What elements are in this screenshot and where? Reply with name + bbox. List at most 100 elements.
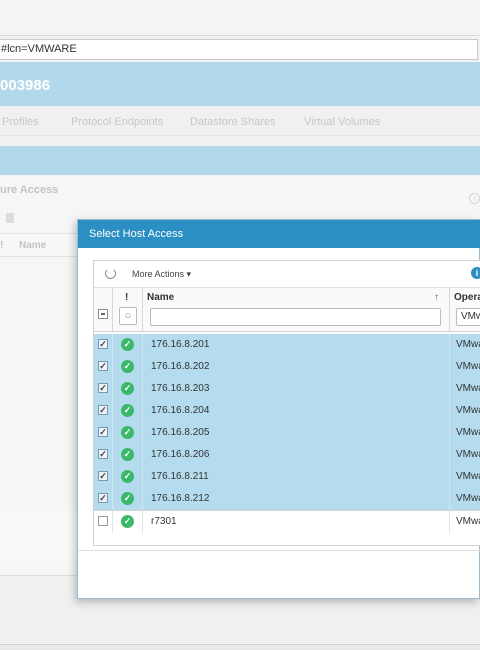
column-divider: [112, 334, 113, 356]
row-checkbox[interactable]: ✓: [98, 471, 108, 481]
column-divider: [142, 488, 143, 510]
table-row[interactable]: ✓ r7301 VMwa: [94, 510, 480, 533]
row-checkbox[interactable]: [98, 516, 108, 526]
status-ok-icon: ✓: [121, 360, 134, 373]
host-os: VMwa: [456, 449, 480, 460]
status-ok-icon: ✓: [121, 338, 134, 351]
column-divider: [142, 466, 143, 488]
status-ok-icon: ✓: [121, 448, 134, 461]
select-all-checkbox[interactable]: [98, 309, 108, 319]
tab-profiles[interactable]: Profiles: [2, 116, 39, 128]
background-page-title: 003986: [0, 77, 51, 94]
more-actions-label: More Actions: [132, 269, 185, 279]
grid-header: ! ○ Name ↑ Operat VMw: [94, 288, 480, 332]
column-divider: [449, 378, 450, 400]
refresh-icon[interactable]: [105, 268, 116, 279]
row-checkbox[interactable]: ✓: [98, 449, 108, 459]
column-divider: [112, 356, 113, 378]
background-col-name: Name: [19, 240, 47, 251]
host-name: 176.16.8.201: [151, 339, 210, 350]
operating-system-column-header[interactable]: Operat: [454, 292, 480, 303]
host-os: VMwa: [456, 361, 480, 372]
background-band: [0, 146, 480, 175]
column-divider: [449, 444, 450, 466]
table-row[interactable]: ✓ ✓ 176.16.8.202 VMwa: [94, 356, 480, 378]
table-row[interactable]: ✓ ✓ 176.16.8.201 VMwa: [94, 334, 480, 356]
background-col-excl: !: [0, 240, 4, 251]
column-divider: [142, 288, 143, 332]
column-divider: [449, 466, 450, 488]
host-name: 176.16.8.212: [151, 493, 210, 504]
host-os: VMwa: [456, 383, 480, 394]
host-name: 176.16.8.202: [151, 361, 210, 372]
chevron-down-icon: ▾: [186, 269, 192, 279]
column-divider: [112, 422, 113, 444]
table-row[interactable]: ✓ ✓ 176.16.8.212 VMwa: [94, 488, 480, 510]
column-divider: [112, 488, 113, 510]
column-divider: [112, 444, 113, 466]
status-column-header[interactable]: !: [125, 292, 128, 303]
tab-virtual-volumes[interactable]: Virtual Volumes: [304, 116, 380, 128]
row-checkbox[interactable]: ✓: [98, 361, 108, 371]
name-filter-input[interactable]: [150, 308, 441, 326]
table-row[interactable]: ✓ ✓ 176.16.8.206 VMwa: [94, 444, 480, 466]
background-section-title: ure Access: [0, 184, 59, 196]
more-actions-button[interactable]: More Actions ▾: [132, 269, 191, 280]
host-name: r7301: [151, 516, 177, 527]
address-text: #lcn=VMWARE: [1, 43, 77, 55]
tab-protocol-endpoints[interactable]: Protocol Endpoints: [71, 116, 163, 128]
table-row[interactable]: ✓ ✓ 176.16.8.205 VMwa: [94, 422, 480, 444]
table-row[interactable]: ✓ ✓ 176.16.8.211 VMwa: [94, 466, 480, 488]
host-os: VMwa: [456, 339, 480, 350]
host-name: 176.16.8.204: [151, 405, 210, 416]
column-divider: [449, 422, 450, 444]
column-divider: [449, 288, 450, 332]
host-name: 176.16.8.211: [151, 471, 209, 482]
column-divider: [112, 511, 113, 533]
table-row[interactable]: ✓ ✓ 176.16.8.204 VMwa: [94, 400, 480, 422]
host-os: VMwa: [456, 471, 480, 482]
column-divider: [142, 334, 143, 356]
column-divider: [142, 378, 143, 400]
status-filter-button[interactable]: ○: [119, 307, 137, 325]
background-footer: [0, 511, 78, 561]
column-divider: [449, 334, 450, 356]
status-ok-icon: ✓: [121, 382, 134, 395]
column-divider: [112, 288, 113, 332]
column-divider: [112, 378, 113, 400]
column-divider: [142, 356, 143, 378]
info-icon[interactable]: i: [471, 267, 480, 279]
column-divider: [142, 400, 143, 422]
status-ok-icon: ✓: [121, 515, 134, 528]
status-ok-icon: ✓: [121, 492, 134, 505]
address-bar[interactable]: #lcn=VMWARE: [0, 39, 478, 60]
operating-system-filter[interactable]: VMw: [456, 308, 480, 326]
browser-top-bar: [0, 0, 480, 36]
host-rows: ✓ ✓ 176.16.8.201 VMwa ✓ ✓ 176.16.8.202 VMwa ✓ ✓ 17…: [94, 334, 480, 533]
row-checkbox[interactable]: ✓: [98, 339, 108, 349]
background-title-bar: 003986: [0, 62, 480, 106]
trash-icon[interactable]: [6, 213, 14, 223]
dialog-footer-divider: [78, 550, 480, 551]
select-host-access-dialog: Select Host Access More Actions ▾ i ! ○ …: [77, 219, 480, 599]
host-name: 176.16.8.203: [151, 383, 210, 394]
column-divider: [449, 488, 450, 510]
column-divider: [449, 400, 450, 422]
row-checkbox[interactable]: ✓: [98, 383, 108, 393]
row-checkbox[interactable]: ✓: [98, 427, 108, 437]
status-ok-icon: ✓: [121, 404, 134, 417]
host-os: VMwa: [456, 405, 480, 416]
sort-ascending-icon[interactable]: ↑: [434, 292, 439, 303]
host-os: VMwa: [456, 427, 480, 438]
column-divider: [449, 356, 450, 378]
table-row[interactable]: ✓ ✓ 176.16.8.203 VMwa: [94, 378, 480, 400]
search-icon: ○: [124, 310, 132, 322]
column-divider: [449, 511, 450, 533]
column-divider: [112, 466, 113, 488]
tab-datastore-shares[interactable]: Datastore Shares: [190, 116, 276, 128]
bottom-strip: [0, 644, 480, 650]
name-column-header[interactable]: Name: [147, 292, 174, 303]
host-name: 176.16.8.206: [151, 449, 210, 460]
row-checkbox[interactable]: ✓: [98, 405, 108, 415]
row-checkbox[interactable]: ✓: [98, 493, 108, 503]
